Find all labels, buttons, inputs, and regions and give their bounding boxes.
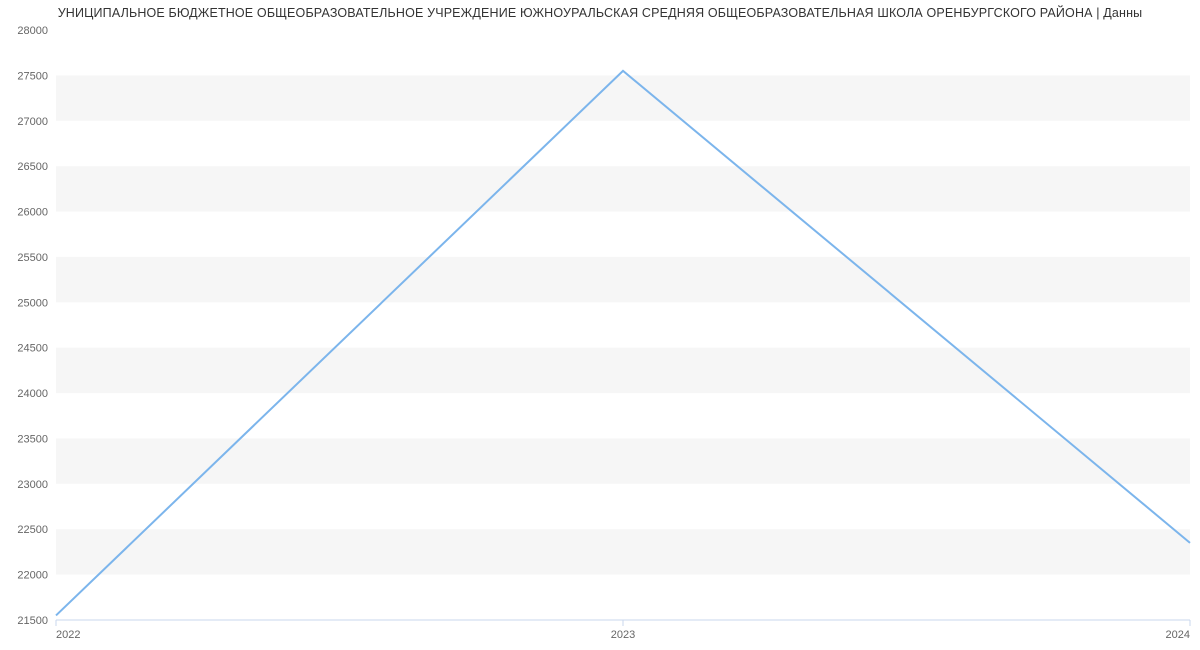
y-tick-label: 23000 — [17, 479, 48, 491]
x-tick-label: 2023 — [611, 629, 635, 640]
chart-title: УНИЦИПАЛЬНОЕ БЮДЖЕТНОЕ ОБЩЕОБРАЗОВАТЕЛЬН… — [0, 0, 1200, 20]
y-tick-label: 21500 — [17, 615, 48, 627]
x-tick-label: 2024 — [1166, 629, 1190, 640]
x-tick-label: 2022 — [56, 629, 80, 640]
y-tick-label: 24000 — [17, 388, 48, 400]
chart-area: 21500 22000 22500 23000 23500 24000 24500 25000… — [0, 26, 1200, 640]
y-tick-label: 23500 — [17, 433, 48, 445]
grid-band — [56, 348, 1190, 393]
grid-band — [56, 75, 1190, 120]
y-tick-label: 25000 — [17, 297, 48, 309]
grid-band — [56, 438, 1190, 483]
y-tick-label: 27500 — [17, 70, 48, 82]
grid-band — [56, 529, 1190, 574]
y-tick-label: 26500 — [17, 161, 48, 173]
y-tick-label: 22000 — [17, 570, 48, 582]
y-tick-label: 28000 — [17, 26, 48, 37]
grid-band — [56, 166, 1190, 211]
y-tick-label: 22500 — [17, 524, 48, 536]
y-tick-label: 25500 — [17, 252, 48, 264]
y-tick-label: 27000 — [17, 116, 48, 128]
y-tick-label: 24500 — [17, 343, 48, 355]
grid-band — [56, 257, 1190, 302]
y-tick-label: 26000 — [17, 207, 48, 219]
